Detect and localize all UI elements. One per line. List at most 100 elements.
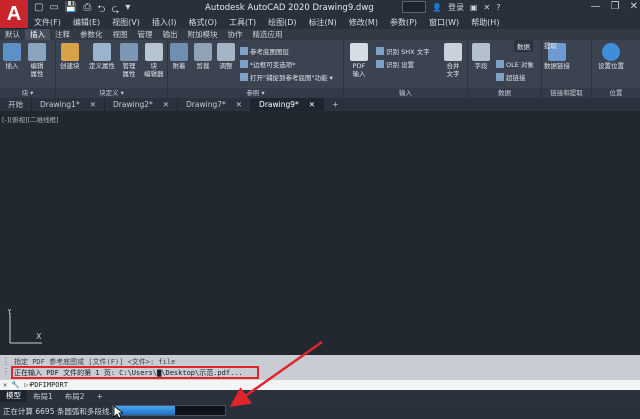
tab-output[interactable]: 输出 [158,29,183,40]
doc-tab-start[interactable]: 开始 [0,98,32,111]
import-group: PDF 输入 识别 SHX 文字 识别 设置 合并 文字 输入 [344,40,468,98]
command-input[interactable]: PDFIMPORT [30,381,68,389]
adjust-button[interactable]: 调整 [217,43,235,70]
set-location-button[interactable]: 设置位置 [598,43,624,70]
recognize-settings-button[interactable]: 识别 设置 [376,59,414,69]
help-icon[interactable]: ? [496,3,500,12]
menu-insert[interactable]: 插入(I) [146,16,183,29]
progress-bar [112,405,226,416]
define-attributes-button[interactable]: 定义属性 [89,43,115,70]
tab-manage[interactable]: 管理 [133,29,158,40]
tab-parametric[interactable]: 参数化 [75,29,108,40]
close-tab-icon[interactable]: ✕ [163,98,169,111]
menu-tools[interactable]: 工具(T) [223,16,262,29]
menu-draw[interactable]: 绘图(D) [262,16,302,29]
new-tab-button[interactable]: + [324,98,346,111]
create-block-button[interactable]: 创建块 [60,43,80,70]
title-bar: ▢ ▭ 💾 ⎙ ⮌ ⮎ ▾ Autodesk AutoCAD 2020 Draw… [0,0,640,16]
exchange-icon[interactable]: ✕ [484,3,491,12]
application-menu-button[interactable]: A [0,0,28,28]
ole-object-button[interactable]: OLE 对象 [496,59,534,69]
menu-edit[interactable]: 编辑(E) [67,16,106,29]
block-definition-group-label[interactable]: 块定义 ▾ [56,88,167,98]
reference-group-label[interactable]: 参照 ▾ [168,88,343,98]
import-group-label: 输入 [344,88,467,98]
attach-icon [170,43,188,61]
edit-attributes-icon [28,43,46,61]
doc-tab-drawing1[interactable]: Drawing1* ✕ [32,98,106,111]
shx-icon [376,47,384,55]
snap-underlay-dropdown[interactable]: 打开"捕捉到参考底图"功能 ▾ [240,72,333,82]
block-editor-button[interactable]: 块 编辑器 [144,43,164,78]
command-input-bar[interactable]: ✕ 🔧 ▷▾ PDFIMPORT [0,380,640,390]
hyperlink-button[interactable]: 超链接 [496,72,526,82]
menu-modify[interactable]: 修改(M) [343,16,384,29]
maximize-button[interactable]: ❐ [611,1,620,12]
doc-tab-drawing9[interactable]: Drawing9* ✕ [251,98,325,111]
linking-group: 数据 数据链接 提取 链接和提取 [514,40,592,98]
location-group: 设置位置 位置 [592,40,640,98]
menu-bar: 文件(F) 编辑(E) 视图(V) 插入(I) 格式(O) 工具(T) 绘图(D… [28,16,640,29]
menu-window[interactable]: 窗口(W) [423,16,465,29]
menu-format[interactable]: 格式(O) [182,16,223,29]
minimize-button[interactable]: — [591,1,601,12]
menu-help[interactable]: 帮助(H) [465,16,505,29]
tab-layout1[interactable]: 布局1 [27,391,59,402]
edit-attributes-button[interactable]: 编辑 属性 [28,43,46,78]
close-tab-icon[interactable]: ✕ [236,98,242,111]
add-layout-button[interactable]: + [91,392,109,401]
ole-icon [496,60,504,68]
tab-addins[interactable]: 附加模块 [183,29,223,40]
tab-view[interactable]: 视图 [108,29,133,40]
merge-text-icon [444,43,462,61]
tab-collaborate[interactable]: 协作 [223,29,248,40]
pdf-icon [350,43,368,61]
user-icon[interactable]: 👤 [432,3,442,12]
insert-block-button[interactable]: 插入 [3,43,21,70]
settings-icon [376,60,384,68]
tab-default[interactable]: 默认 [0,29,25,40]
block-editor-icon [144,43,163,61]
doc-tab-drawing7[interactable]: Drawing7* ✕ [178,98,252,111]
cart-icon[interactable]: ▣ [470,3,478,12]
login-link[interactable]: 登录 [448,2,464,13]
tab-annotate[interactable]: 注释 [50,29,75,40]
drawing-canvas[interactable]: [-][俯视][二维线框] Y X [0,111,640,355]
command-panel-handle[interactable]: ⋮ ⋮ [2,357,10,377]
menu-parametric[interactable]: 参数(P) [384,16,423,29]
block-group-label[interactable]: 块 ▾ [0,88,55,98]
field-button[interactable]: 字段 [472,43,490,70]
manage-attributes-button[interactable]: 管理 属性 [120,43,138,78]
ribbon-tabs: 默认 插入 注释 参数化 视图 管理 输出 附加模块 协作 精选应用 [0,29,640,40]
menu-view[interactable]: 视图(V) [106,16,146,29]
clip-button[interactable]: 剪裁 [194,43,212,70]
menu-file[interactable]: 文件(F) [28,16,67,29]
attach-button[interactable]: 附着 [170,43,188,70]
field-icon [472,43,490,61]
title-right-area: 👤 登录 ▣ ✕ ? [402,1,500,13]
command-icons[interactable]: ✕ 🔧 ▷▾ [3,381,33,389]
tab-model[interactable]: 模型 [0,390,27,402]
pdf-import-button[interactable]: PDF 输入 [350,43,368,78]
doc-tab-drawing2[interactable]: Drawing2* ✕ [105,98,179,111]
recognize-shx-button[interactable]: 识别 SHX 文字 [376,46,430,56]
tab-featured-apps[interactable]: 精选应用 [248,29,288,40]
close-tab-icon[interactable]: ✕ [90,98,96,111]
menu-dimension[interactable]: 标注(N) [303,16,343,29]
ucs-x-label: X [36,332,42,341]
document-tabs: 开始 Drawing1* ✕ Drawing2* ✕ Drawing7* ✕ D… [0,98,640,111]
underlay-layers-button[interactable]: 参考底图图层 [240,46,289,56]
close-button[interactable]: ✕ [630,1,638,12]
frame-icon [240,60,248,68]
window-title: Autodesk AutoCAD 2020 Drawing9.dwg [205,3,374,13]
merge-text-button[interactable]: 合并 文字 [444,43,462,78]
viewport-controls[interactable]: [-][俯视][二维线框] [2,114,59,124]
extract-button[interactable]: 提取 [544,40,557,50]
tab-layout2[interactable]: 布局2 [59,391,91,402]
close-tab-icon[interactable]: ✕ [309,98,315,111]
data-group-label: 数据 [468,88,541,98]
frames-dropdown[interactable]: *边框可变选项* [240,59,296,69]
linking-group-label: 链接和提取 [542,88,591,98]
search-input[interactable] [402,1,426,13]
tab-insert[interactable]: 插入 [25,29,50,40]
